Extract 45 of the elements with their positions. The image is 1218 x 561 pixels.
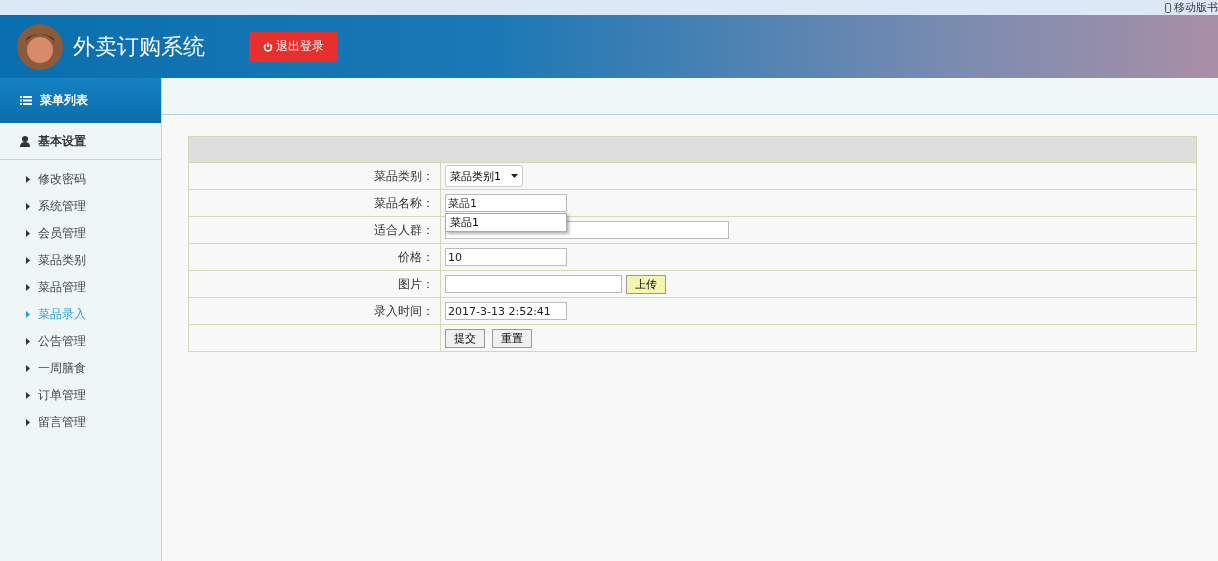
text-field[interactable]: 2017-3-13 2:52:41 [445,302,567,320]
triangle-icon [26,203,30,210]
triangle-icon [26,311,30,318]
app-title: 外卖订购系统 [73,32,205,61]
sidebar-item[interactable]: 订单管理 [0,382,161,409]
triangle-icon [26,392,30,399]
sidebar-item[interactable]: 菜品类别 [0,247,161,274]
sidebar-item[interactable]: 留言管理 [0,409,161,436]
triangle-icon [26,419,30,426]
form-button[interactable]: 重置 [492,328,532,348]
sidebar-item[interactable]: 会员管理 [0,220,161,247]
triangle-icon [26,176,30,183]
text-field[interactable]: 10 [445,248,567,266]
form-button[interactable]: 提交 [445,328,485,348]
field-label: 图片： [189,271,441,297]
category-select[interactable]: 菜品类别1 [445,165,523,187]
sidebar-item[interactable]: 公告管理 [0,328,161,355]
triangle-icon [26,365,30,372]
caret-icon [511,174,518,178]
list-icon [20,96,32,105]
field-label: 菜品类别： [189,163,441,189]
upload-button[interactable]: 上传 [626,274,666,294]
field-label: 价格： [189,244,441,270]
sidebar-item[interactable]: 系统管理 [0,193,161,220]
sidebar-title: 菜单列表 [40,92,88,109]
triangle-icon [26,230,30,237]
user-icon [20,135,30,147]
phone-icon [1165,2,1171,13]
bookmark-link[interactable]: 移动版书 [1165,0,1218,15]
sidebar-item[interactable]: 菜品管理 [0,274,161,301]
section-title: 基本设置 [38,132,86,150]
logout-button[interactable]: 退出登录 [249,31,338,62]
avatar-icon [17,23,63,70]
autocomplete-menu[interactable]: 菜品1 [445,213,567,232]
text-field[interactable]: 菜品1 [445,194,567,212]
triangle-icon [26,284,30,291]
field-label: 录入时间： [189,298,441,324]
triangle-icon [26,257,30,264]
power-icon [263,41,273,52]
field-label: 菜品名称： [189,190,441,216]
triangle-icon [26,338,30,345]
sidebar-item[interactable]: 修改密码 [0,166,161,193]
field-label: 适合人群： [189,217,441,243]
file-field[interactable] [445,275,622,293]
sidebar-item[interactable]: 一周膳食 [0,355,161,382]
